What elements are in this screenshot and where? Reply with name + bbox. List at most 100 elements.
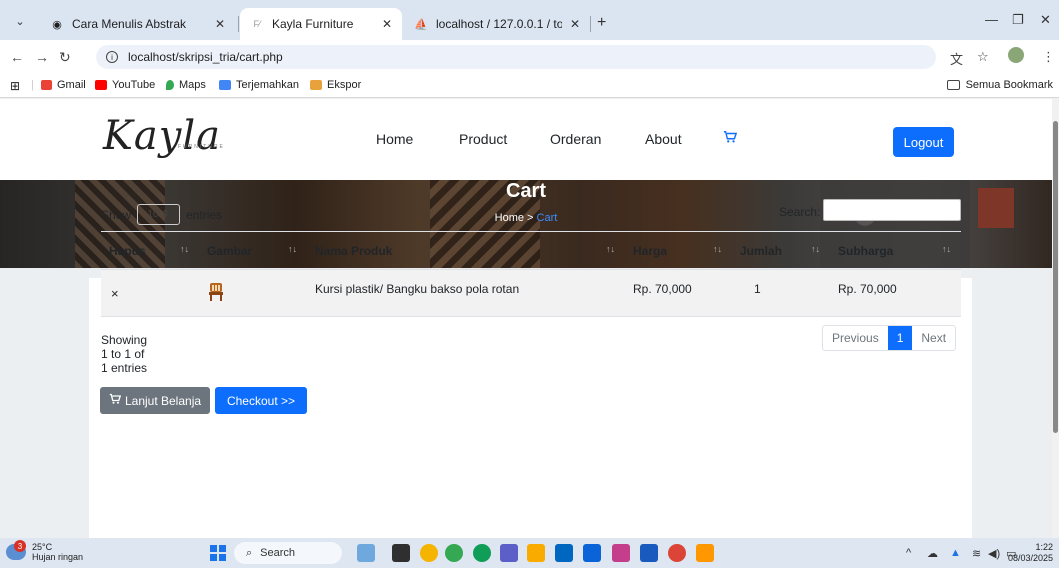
teams-icon[interactable] xyxy=(500,544,518,562)
file-explorer-icon[interactable] xyxy=(527,544,545,562)
word-icon[interactable] xyxy=(640,544,658,562)
column-label: Hapus xyxy=(109,243,146,258)
logout-button[interactable]: Logout xyxy=(893,127,954,157)
pagination: Previous 1 Next xyxy=(822,325,957,351)
outlook-icon[interactable] xyxy=(583,544,601,562)
page-1-button[interactable]: 1 xyxy=(887,326,913,350)
volume-icon[interactable]: ◀) xyxy=(988,547,1000,560)
taskbar-app-icon[interactable] xyxy=(357,544,375,562)
weather-widget[interactable]: 3 25°C Hujan ringan xyxy=(6,540,83,562)
web-page: Kayla FURNITURE Home Product Orderan Abo… xyxy=(0,99,1052,538)
translate-icon[interactable]: 文 xyxy=(950,49,963,68)
cart-icon[interactable] xyxy=(723,130,738,147)
phpmyadmin-icon: ⛵ xyxy=(414,18,428,31)
bookmark-label: YouTube xyxy=(112,79,156,91)
clock[interactable]: 1:22 08/03/2025 xyxy=(1008,542,1053,564)
scrollbar-thumb[interactable] xyxy=(1053,121,1058,433)
previous-page-button[interactable]: Previous xyxy=(823,326,888,350)
close-icon[interactable]: ✕ xyxy=(215,17,225,31)
more-menu-icon[interactable]: ⋮ xyxy=(1042,49,1055,65)
reload-icon[interactable]: ↻ xyxy=(59,49,71,66)
checkout-button[interactable]: Checkout >> xyxy=(215,387,307,414)
tab-cara-menulis[interactable]: ◉ Cara Menulis Abstrak ✕ xyxy=(40,8,235,40)
chair-image xyxy=(207,282,225,302)
wifi-icon[interactable]: ≋ xyxy=(972,547,981,560)
forward-arrow-icon[interactable]: → xyxy=(35,49,49,65)
column-gambar[interactable]: Gambar ↑↓ xyxy=(199,231,307,270)
apps-grid-icon[interactable]: ⊞ xyxy=(10,79,20,93)
tab-kayla-furniture[interactable]: F⁄ Kayla Furniture ✕ xyxy=(240,8,402,40)
column-harga[interactable]: Harga ↑↓ xyxy=(625,231,732,270)
url-input[interactable]: i localhost/skripsi_tria/cart.php xyxy=(96,45,936,69)
column-nama-produk[interactable]: Nama Produk ↑↓ xyxy=(307,231,625,270)
window-close-icon[interactable]: ✕ xyxy=(1040,12,1051,28)
restore-icon[interactable]: ❐ xyxy=(1012,12,1024,28)
new-tab-button[interactable]: + xyxy=(597,14,606,32)
bookmarks-divider: | xyxy=(31,79,34,91)
bookmark-label: Ekspor xyxy=(327,79,362,91)
breadcrumb-separator: > xyxy=(524,212,537,224)
nav-about[interactable]: About xyxy=(645,131,682,147)
store-icon[interactable] xyxy=(555,544,573,562)
folder-icon xyxy=(946,80,960,90)
bookmark-maps[interactable]: Maps xyxy=(166,79,206,91)
column-jumlah[interactable]: Jumlah ↑↓ xyxy=(732,231,830,270)
column-subharga[interactable]: Subharga ↑↓ xyxy=(830,231,961,270)
edge-icon[interactable] xyxy=(473,544,491,562)
clock-date: 08/03/2025 xyxy=(1007,553,1053,563)
taskbar-app-icon[interactable] xyxy=(612,544,630,562)
site-info-icon[interactable]: i xyxy=(106,51,118,63)
table-row: × Kursi plastik/ Bangku bakso pola rotan… xyxy=(101,269,961,317)
taskbar-app-icon[interactable] xyxy=(445,544,463,562)
column-hapus[interactable]: Hapus ↑↓ xyxy=(101,231,199,270)
tray-chevron-icon[interactable]: ^ xyxy=(906,547,911,559)
temperature: 25°C xyxy=(32,542,53,552)
clock-time: 1:22 xyxy=(1035,542,1053,552)
taskbar-search[interactable]: ⌕ Search xyxy=(234,542,342,564)
back-arrow-icon[interactable]: ← xyxy=(10,49,24,65)
address-bar-row: ← → ↻ i localhost/skripsi_tria/cart.php … xyxy=(0,40,1059,74)
site-logo[interactable]: Kayla xyxy=(103,113,221,159)
close-icon[interactable]: ✕ xyxy=(382,17,392,31)
column-label: Gambar xyxy=(207,243,253,258)
all-bookmarks-folder[interactable]: Semua Bookmark xyxy=(946,79,1053,91)
folder-label: Semua Bookmark xyxy=(965,79,1053,91)
gmail-icon xyxy=(41,80,52,90)
cell-gambar xyxy=(199,269,307,317)
column-label: Harga xyxy=(633,243,668,258)
entries-label: entries xyxy=(186,207,223,222)
tab-phpmyadmin[interactable]: ⛵ localhost / 127.0.0.1 / toko_kay ✕ xyxy=(404,8,590,40)
drive-icon[interactable]: ▲ xyxy=(950,547,961,559)
onedrive-icon[interactable]: ☁ xyxy=(927,547,938,560)
bookmark-gmail[interactable]: Gmail xyxy=(41,79,86,91)
entries-select[interactable]: 10 ⇕ xyxy=(137,204,181,225)
bookmark-terjemahkan[interactable]: Terjemahkan xyxy=(219,79,299,91)
page-scrollbar[interactable] xyxy=(1052,99,1059,538)
close-icon[interactable]: ✕ xyxy=(570,17,580,31)
sublime-icon[interactable] xyxy=(696,544,714,562)
bookmark-ekspor[interactable]: Ekspor xyxy=(310,79,361,91)
chrome-profile-icon[interactable] xyxy=(668,544,686,562)
chrome-icon[interactable] xyxy=(420,544,438,562)
nav-home[interactable]: Home xyxy=(376,131,413,147)
remove-item-icon[interactable]: × xyxy=(111,286,119,301)
column-label: Jumlah xyxy=(740,243,783,258)
breadcrumb-home[interactable]: Home xyxy=(495,212,524,224)
tab-search-menu-icon[interactable]: ⌄ xyxy=(10,11,30,31)
taskbar-app-icon[interactable] xyxy=(392,544,410,562)
windows-start-icon[interactable] xyxy=(210,545,226,561)
tab-separator xyxy=(590,16,591,32)
bookmark-label: Maps xyxy=(179,79,206,91)
continue-shopping-button[interactable]: Lanjut Belanja xyxy=(100,387,210,414)
profile-avatar[interactable] xyxy=(1008,47,1024,63)
star-icon[interactable]: ☆ xyxy=(977,49,989,65)
button-label: Lanjut Belanja xyxy=(124,393,202,408)
nav-product[interactable]: Product xyxy=(459,131,507,147)
minimize-icon[interactable]: — xyxy=(985,12,998,27)
next-page-button[interactable]: Next xyxy=(912,326,955,350)
bookmark-youtube[interactable]: YouTube xyxy=(95,79,155,91)
nav-orderan[interactable]: Orderan xyxy=(550,131,601,147)
search-input[interactable] xyxy=(823,199,961,221)
windows-taskbar: 3 25°C Hujan ringan ⌕ Search ^ ☁ ▲ ≋ ◀) ▭… xyxy=(0,538,1059,568)
column-label: Subharga xyxy=(838,243,894,258)
